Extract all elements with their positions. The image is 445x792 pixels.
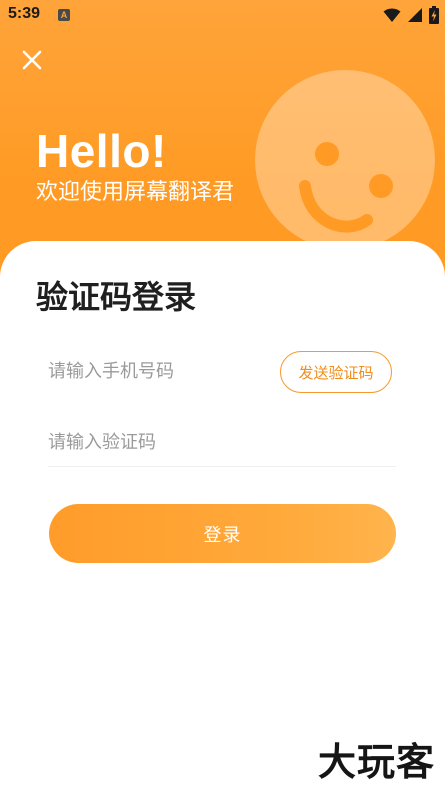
notification-app-icon: A [58,9,70,21]
login-button[interactable]: 登录 [49,504,396,563]
wifi-icon [383,8,401,22]
smiley-face-icon [255,70,435,250]
login-title: 验证码登录 [36,278,197,316]
status-bar: 5:39 A [0,0,445,30]
close-icon [22,50,42,70]
phone-input[interactable] [48,350,274,392]
login-screen: 5:39 A Hello! 欢迎使用屏幕翻译君 验证码登录 请输入手机号码 发送… [0,0,445,792]
status-icons [383,6,439,24]
welcome-subtitle: 欢迎使用屏幕翻译君 [36,180,235,205]
watermark-logo: 大玩客 [317,739,435,784]
verification-code-input[interactable] [48,421,392,463]
greeting-heading: Hello! [36,125,167,177]
signal-icon [408,8,422,22]
send-code-button[interactable]: 发送验证码 [280,351,392,393]
battery-icon [429,6,439,24]
code-input-divider [48,466,396,467]
status-time: 5:39 [8,5,41,22]
close-button[interactable] [16,44,48,76]
